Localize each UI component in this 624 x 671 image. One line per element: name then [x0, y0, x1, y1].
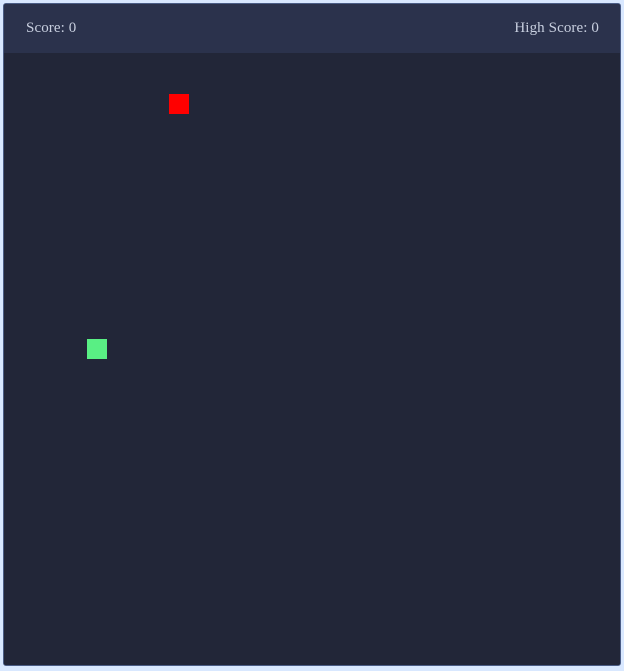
game-board[interactable] [4, 53, 620, 665]
high-score-display: High Score: 0 [514, 20, 599, 36]
food-apple [169, 94, 189, 114]
snake-game-window: Score: 0 High Score: 0 [3, 3, 621, 666]
score-display: Score: 0 [26, 20, 77, 36]
score-header: Score: 0 High Score: 0 [4, 4, 620, 53]
snake-head [87, 339, 107, 359]
